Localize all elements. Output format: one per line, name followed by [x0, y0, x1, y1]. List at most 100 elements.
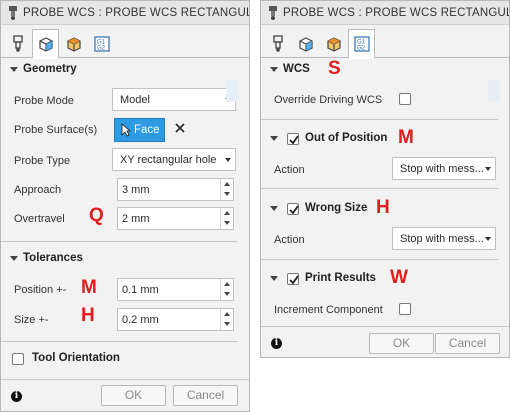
- stepper-down-icon[interactable]: [224, 292, 230, 296]
- title-bar[interactable]: PROBE WCS : PROBE WCS RECTANGULAR HO: [1, 1, 249, 25]
- scroll-thumb[interactable]: [488, 80, 500, 102]
- overtravel-input[interactable]: 2 mm: [117, 207, 234, 230]
- stepper-down-icon[interactable]: [224, 322, 230, 326]
- tab-tool[interactable]: [264, 29, 291, 58]
- dropdown-arrow-icon: [485, 167, 491, 171]
- tool-icon: [13, 35, 23, 52]
- tool-icon: [273, 35, 283, 52]
- out-of-position-title: Out of Position: [305, 132, 388, 144]
- annotation-m: M: [398, 127, 414, 148]
- geometry-section-header[interactable]: Geometry: [1, 59, 249, 81]
- section-divider: [261, 119, 498, 120]
- overtravel-label: Overtravel: [14, 213, 65, 225]
- scroll-thumb[interactable]: [226, 80, 238, 102]
- clear-selection-icon[interactable]: [173, 121, 187, 135]
- tab-strip: G1 G2: [261, 26, 509, 59]
- stepper-down-icon[interactable]: [224, 192, 230, 196]
- chevron-down-icon: [270, 276, 278, 281]
- ok-button[interactable]: OK: [369, 333, 434, 354]
- ok-button[interactable]: OK: [101, 385, 166, 406]
- overtravel-stepper[interactable]: [220, 208, 233, 229]
- info-icon[interactable]: i: [271, 338, 282, 349]
- stepper-down-icon[interactable]: [224, 221, 230, 225]
- size-stepper[interactable]: [220, 309, 233, 330]
- tab-heights[interactable]: [320, 29, 347, 58]
- probe-mode-select[interactable]: Model: [112, 88, 236, 111]
- probe-wcs-dialog-geometry: PROBE WCS : PROBE WCS RECTANGULAR HO: [0, 0, 250, 412]
- out-of-position-action-value: Stop with mess...: [400, 163, 484, 175]
- annotation-q: Q: [89, 205, 104, 226]
- approach-label: Approach: [14, 184, 62, 196]
- cursor-arrow-icon: [121, 123, 131, 137]
- chevron-down-icon: [10, 256, 18, 261]
- probe-mode-value: Model: [120, 94, 150, 106]
- tool-orientation-section-header[interactable]: Tool Orientation: [1, 348, 249, 370]
- dropdown-arrow-icon: [225, 158, 231, 162]
- probe-wcs-dialog-actions: PROBE WCS : PROBE WCS RECTANGULAR HO: [260, 0, 510, 358]
- override-driving-wcs-label: Override Driving WCS: [274, 94, 383, 106]
- position-stepper[interactable]: [220, 279, 233, 300]
- probe-tool-icon: [9, 6, 17, 20]
- wcs-section-header[interactable]: WCS: [261, 59, 509, 81]
- chevron-down-icon: [270, 206, 278, 211]
- probe-type-select[interactable]: XY rectangular hole: [112, 148, 236, 171]
- size-tolerance-input[interactable]: 0.2 mm: [117, 308, 234, 331]
- stepper-up-icon[interactable]: [224, 282, 230, 286]
- tolerances-section-header[interactable]: Tolerances: [1, 248, 249, 270]
- annotation-s: S: [328, 58, 341, 79]
- probe-type-value: XY rectangular hole: [120, 154, 217, 166]
- override-driving-wcs-checkbox[interactable]: [399, 93, 411, 105]
- probe-surfaces-label: Probe Surface(s): [14, 124, 98, 136]
- checkmark-icon: [289, 205, 299, 215]
- approach-input[interactable]: 3 mm: [117, 178, 234, 201]
- wrong-size-checkbox[interactable]: [287, 203, 299, 215]
- tool-orientation-title: Tool Orientation: [32, 352, 120, 364]
- wrong-size-action-select[interactable]: Stop with mess...: [392, 227, 496, 250]
- info-icon[interactable]: i: [11, 391, 22, 402]
- cancel-button[interactable]: Cancel: [173, 385, 238, 406]
- heights-cube-icon: [327, 37, 341, 52]
- chevron-down-icon: [270, 136, 278, 141]
- dialog-title: PROBE WCS : PROBE WCS RECTANGULAR HO: [283, 7, 509, 19]
- annotation-m: M: [81, 277, 97, 298]
- face-select-button[interactable]: Face: [114, 118, 165, 142]
- stepper-up-icon[interactable]: [224, 211, 230, 215]
- section-divider: [1, 341, 238, 342]
- chevron-down-icon: [270, 67, 278, 72]
- stepper-up-icon[interactable]: [224, 312, 230, 316]
- chevron-down-icon: [10, 67, 18, 72]
- tab-heights[interactable]: [60, 29, 87, 58]
- svg-text:G2: G2: [97, 46, 106, 52]
- size-tolerance-value: 0.2 mm: [122, 314, 159, 326]
- stepper-up-icon[interactable]: [224, 182, 230, 186]
- out-of-position-action-label: Action: [274, 164, 305, 176]
- position-tolerance-label: Position +-: [14, 284, 67, 296]
- tab-actions[interactable]: G1 G2: [348, 29, 375, 59]
- tool-orientation-checkbox[interactable]: [12, 353, 24, 365]
- print-results-section-header[interactable]: Print Results: [261, 268, 509, 290]
- title-bar[interactable]: PROBE WCS : PROBE WCS RECTANGULAR HO: [261, 1, 509, 25]
- tab-tool[interactable]: [4, 29, 31, 58]
- wrong-size-action-label: Action: [274, 234, 305, 246]
- tab-strip: G1 G2: [1, 26, 249, 59]
- out-of-position-action-select[interactable]: Stop with mess...: [392, 157, 496, 180]
- tab-geometry[interactable]: [292, 29, 319, 58]
- geometry-cube-icon: [299, 37, 313, 52]
- approach-stepper[interactable]: [220, 179, 233, 200]
- out-of-position-section-header[interactable]: Out of Position: [261, 128, 509, 150]
- heights-cube-icon: [67, 37, 81, 52]
- annotation-h: H: [81, 305, 95, 326]
- tolerances-title: Tolerances: [23, 252, 83, 264]
- g-code-icon: G1 G2: [354, 36, 370, 52]
- svg-text:G2: G2: [357, 46, 366, 52]
- tab-actions[interactable]: G1 G2: [88, 29, 115, 58]
- tab-geometry[interactable]: [32, 29, 59, 59]
- print-results-checkbox[interactable]: [287, 273, 299, 285]
- position-tolerance-input[interactable]: 0.1 mm: [117, 278, 234, 301]
- cancel-button[interactable]: Cancel: [435, 333, 500, 354]
- out-of-position-checkbox[interactable]: [287, 133, 299, 145]
- wrong-size-action-value: Stop with mess...: [400, 233, 484, 245]
- print-results-title: Print Results: [305, 272, 376, 284]
- increment-component-checkbox[interactable]: [399, 303, 411, 315]
- dialog-title: PROBE WCS : PROBE WCS RECTANGULAR HO: [23, 7, 249, 19]
